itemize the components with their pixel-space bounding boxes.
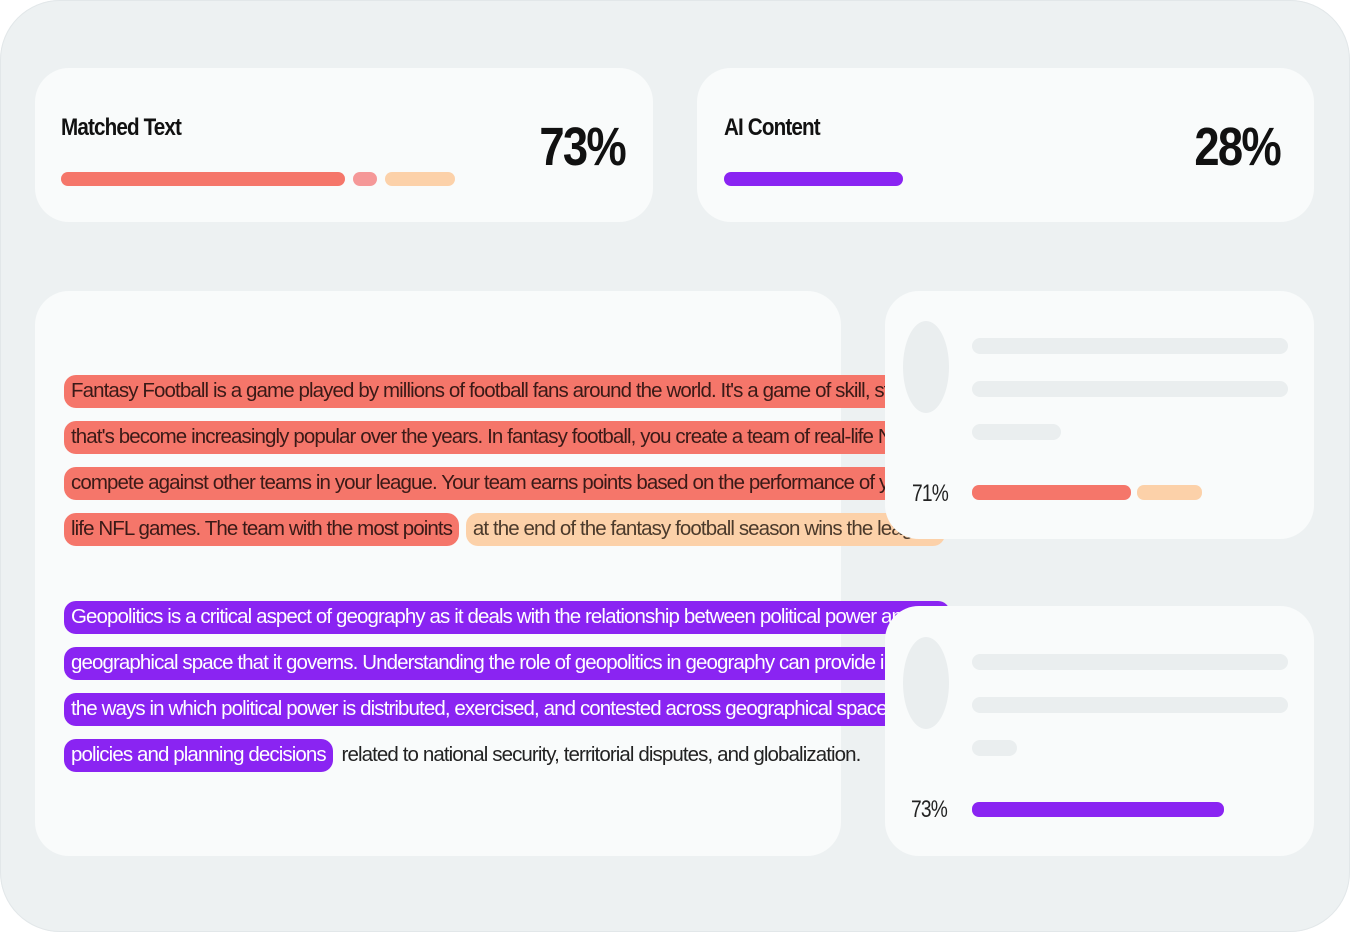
source-percent: 71% (912, 480, 949, 507)
doc-line: the ways in which political power is dis… (64, 693, 992, 727)
doc-line: Geopolitics is a critical aspect of geog… (64, 601, 951, 635)
matched-text-title: Matched Text (61, 114, 182, 141)
source-line-placeholder (972, 740, 1017, 756)
matched-highlight[interactable]: life NFL games. The team with the most p… (64, 513, 460, 546)
source-bar-partial (1137, 485, 1202, 500)
ai-highlight[interactable]: the ways in which political power is dis… (64, 693, 992, 726)
source-avatar (903, 321, 949, 413)
source-line-placeholder (972, 697, 1288, 713)
source-line-placeholder (972, 381, 1288, 397)
partial-match-highlight[interactable]: at the end of the fantasy football seaso… (465, 513, 946, 546)
source-line-placeholder (972, 424, 1061, 440)
ai-content-bar (724, 172, 903, 186)
ai-highlight[interactable]: policies and planning decisions (64, 739, 333, 772)
source-card[interactable]: 73% (885, 606, 1314, 856)
ai-content-title: AI Content (724, 114, 821, 141)
doc-line: life NFL games. The team with the most p… (64, 513, 946, 547)
ai-content-card: AI Content 28% (697, 68, 1314, 222)
report-panel: Matched Text 73% AI Content 28% Fantasy … (0, 0, 1350, 932)
matched-bar-secondary (353, 172, 377, 186)
ai-highlight[interactable]: geographical space that it governs. Unde… (64, 647, 975, 680)
matched-highlight[interactable]: that's become increasingly popular over … (64, 421, 1022, 454)
matched-text-percent: 73% (539, 117, 626, 177)
source-bar-ai (972, 802, 1224, 817)
matched-text-card: Matched Text 73% (35, 68, 653, 222)
source-title-placeholder (972, 654, 1288, 670)
doc-line: that's become increasingly popular over … (64, 421, 1022, 455)
ai-highlight[interactable]: Geopolitics is a critical aspect of geog… (64, 601, 951, 634)
doc-line: Fantasy Football is a game played by mil… (64, 375, 1022, 409)
source-avatar (903, 637, 949, 729)
matched-highlight[interactable]: Fantasy Football is a game played by mil… (64, 375, 1022, 408)
ai-content-percent: 28% (1194, 117, 1281, 177)
source-title-placeholder (972, 338, 1288, 354)
doc-line: geographical space that it governs. Unde… (64, 647, 975, 681)
matched-bar-primary (61, 172, 345, 186)
source-percent: 73% (911, 796, 948, 823)
doc-line: policies and planning decisions related … (64, 739, 864, 773)
unflagged-text: related to national security, territoria… (341, 743, 862, 766)
source-bar-matched (972, 485, 1131, 500)
matched-bar-partial (385, 172, 455, 186)
source-card[interactable]: 71% (885, 291, 1314, 539)
